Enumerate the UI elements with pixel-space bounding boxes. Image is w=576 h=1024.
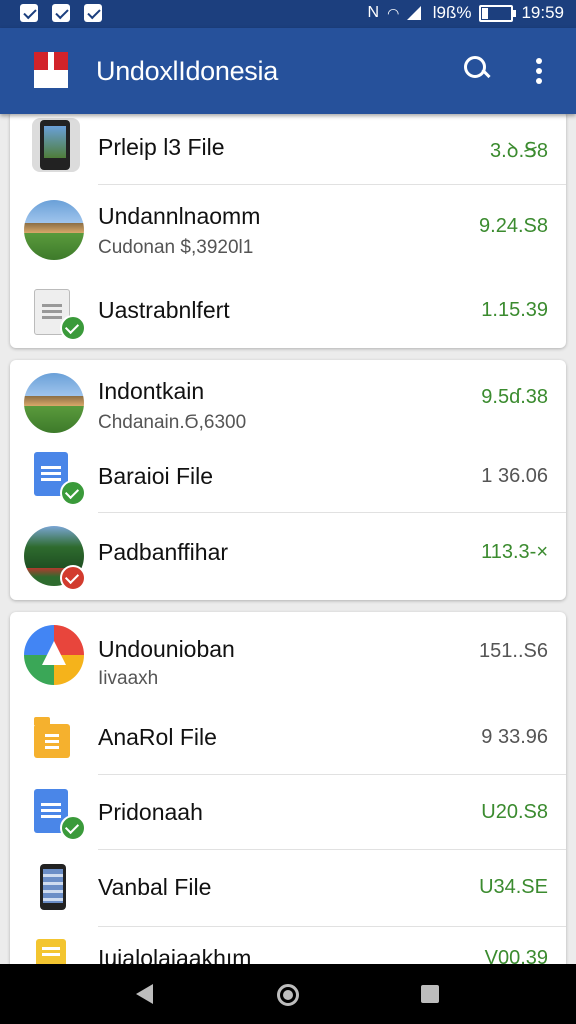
file-group-1: Prleip l3 File 3.ꝺ.Ꞩ8 Undannlnaomm Cudon… bbox=[10, 110, 566, 348]
flag-logo-icon bbox=[34, 52, 68, 88]
list-item[interactable]: Undannlnaomm Cudonan $,3920l1 9.24.S8 bbox=[10, 185, 566, 275]
status-badge bbox=[60, 565, 86, 591]
battery-percent: l9ß% bbox=[429, 3, 472, 22]
item-title: Undannlnaomm bbox=[98, 203, 261, 229]
recents-icon[interactable] bbox=[421, 985, 439, 1003]
drive-icon bbox=[24, 625, 84, 685]
landscape-thumbnail bbox=[24, 200, 84, 260]
signal-icon bbox=[407, 6, 422, 20]
check-notification-icon bbox=[84, 4, 102, 22]
mail-notification-icon bbox=[52, 4, 70, 22]
list-item[interactable]: Undounioban Iivaaxh 151..S6 bbox=[10, 612, 566, 700]
item-title: Baraioi File bbox=[98, 463, 214, 489]
navigation-bar bbox=[0, 964, 576, 1024]
item-title: Indontkain bbox=[98, 378, 205, 404]
item-title: AnaRol File bbox=[98, 724, 217, 750]
item-title: Uastrabnlfert bbox=[98, 297, 230, 323]
item-size: 3.ꝺ.Ꞩ8 bbox=[489, 140, 548, 162]
item-size: 151..S6 bbox=[479, 640, 548, 662]
status-bar: N ◠ l9ß% 19:59 bbox=[0, 0, 576, 28]
folder-icon bbox=[34, 717, 70, 758]
item-size: 113.3-× bbox=[481, 541, 548, 563]
item-title: Undounioban bbox=[98, 636, 235, 662]
landscape-thumbnail bbox=[24, 373, 84, 433]
app-bar: UndoxlIdonesia bbox=[0, 28, 576, 114]
home-icon[interactable] bbox=[277, 984, 299, 1006]
back-icon[interactable] bbox=[136, 984, 153, 1004]
nfc-icon: N bbox=[367, 4, 380, 21]
item-size: 9.5ɗ.38 bbox=[481, 386, 548, 408]
system-indicators: N ◠ l9ß% 19:59 bbox=[368, 3, 564, 23]
calendar-notification-icon bbox=[20, 4, 38, 22]
item-size: 1.15.39 bbox=[481, 299, 548, 321]
phone-icon bbox=[40, 120, 70, 170]
file-group-3: Undounioban Iivaaxh 151..S6 AnaRol File … bbox=[10, 612, 566, 972]
list-item[interactable]: Indontkain Chdanain.Ϭ,6300 9.5ɗ.38 bbox=[10, 360, 566, 446]
check-icon bbox=[60, 815, 86, 841]
file-group-2: Indontkain Chdanain.Ϭ,6300 9.5ɗ.38 Barai… bbox=[10, 360, 566, 600]
item-subtitle: Chdanain.Ϭ,6300 bbox=[98, 412, 247, 433]
notification-icons bbox=[20, 4, 102, 22]
wifi-icon: ◠ bbox=[387, 4, 400, 21]
item-size: 9.24.S8 bbox=[479, 215, 548, 237]
check-icon bbox=[60, 315, 86, 341]
list-item[interactable]: Pridonaah U20.S8 bbox=[10, 775, 566, 849]
search-icon[interactable] bbox=[462, 54, 494, 86]
list-item[interactable]: Baraioi File 1 36.06 bbox=[10, 446, 566, 512]
item-title: Pridonaah bbox=[98, 799, 203, 825]
more-vert-icon[interactable] bbox=[528, 58, 550, 86]
list-item[interactable]: Vanbal File U34.SE bbox=[10, 850, 566, 926]
list-item[interactable]: Padbanffihar 113.3-× bbox=[10, 513, 566, 600]
list-item[interactable]: Uastrabnlfert 1.15.39 bbox=[10, 275, 566, 348]
clock: 19:59 bbox=[521, 3, 564, 22]
app-title: UndoxlIdonesia bbox=[96, 56, 278, 86]
item-size: 9 33.96 bbox=[481, 726, 548, 748]
item-subtitle: Cudonan $,3920l1 bbox=[98, 237, 254, 258]
list-item[interactable]: AnaRol File 9 33.96 bbox=[10, 700, 566, 774]
item-size: U20.S8 bbox=[481, 801, 548, 823]
item-size: 1 36.06 bbox=[481, 465, 548, 487]
item-subtitle: Iivaaxh bbox=[98, 668, 159, 689]
check-icon bbox=[60, 480, 86, 506]
item-title: Vanbal File bbox=[98, 874, 212, 900]
list-item[interactable]: Prleip l3 File 3.ꝺ.Ꞩ8 bbox=[10, 110, 566, 184]
tablet-icon bbox=[40, 864, 66, 910]
battery-icon bbox=[479, 4, 517, 22]
item-size: U34.SE bbox=[479, 876, 548, 898]
item-title: Padbanffihar bbox=[98, 539, 229, 565]
battery-level bbox=[482, 7, 489, 19]
item-title: Prleip l3 File bbox=[98, 134, 225, 160]
